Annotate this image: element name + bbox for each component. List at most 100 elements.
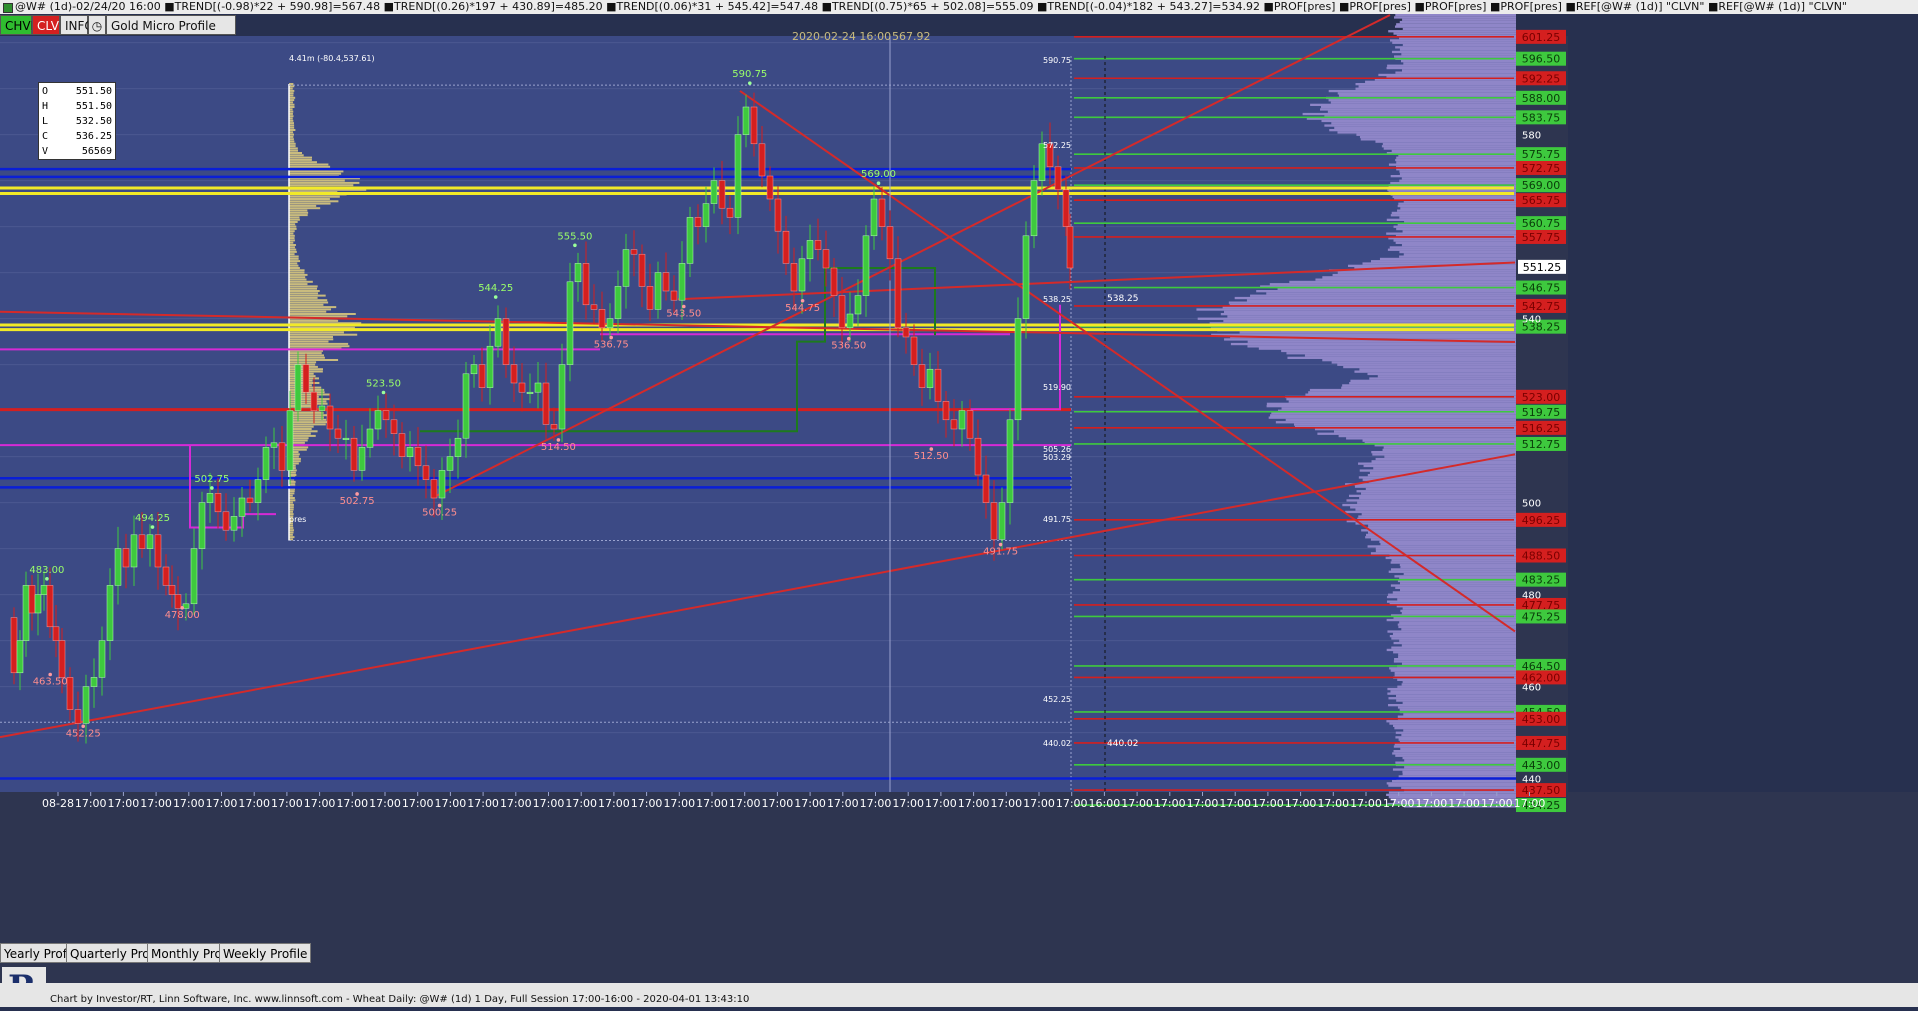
candle-body (1006, 419, 1014, 503)
profile-bar (289, 253, 295, 256)
profile-bar (1343, 365, 1516, 369)
profile-bar (1401, 662, 1516, 665)
x-tick-label: 17:00 (925, 797, 957, 810)
profile-bar (1338, 94, 1516, 97)
profile-bar (1359, 135, 1516, 139)
y-tick-label: 480 (1522, 591, 1541, 602)
candle-body (718, 180, 726, 209)
profile-bar (1395, 754, 1516, 757)
profile-bar (1367, 372, 1516, 376)
candle-body (462, 373, 470, 439)
profile-bar (1371, 260, 1516, 263)
profile-tab[interactable]: Weekly Profile (219, 943, 312, 963)
profile-bar (1363, 464, 1516, 468)
ohlcv-row: L 532.50 (42, 114, 112, 129)
profile-bar (1402, 770, 1516, 773)
profile-bar (1270, 414, 1516, 417)
ohlcv-key: H (42, 101, 49, 112)
profile-bar (1358, 462, 1516, 465)
candle-body (66, 677, 74, 710)
x-tick-label: 17:00 (402, 797, 434, 810)
profile-bar (289, 299, 328, 302)
profile-bar (1400, 566, 1516, 569)
profile-bar (289, 319, 339, 322)
profile-bar (289, 273, 308, 276)
candle-body (58, 640, 66, 678)
profile-bar (1269, 283, 1516, 286)
profile-bar (1366, 533, 1516, 537)
candle-body (742, 106, 750, 135)
profile-bar (1378, 73, 1516, 77)
swing-low-label: 543.50 (666, 309, 701, 320)
profile-bar (1398, 202, 1516, 205)
swing-marker (573, 243, 577, 248)
level-label: 588.00 (1522, 92, 1561, 105)
profile-bar (1386, 720, 1516, 723)
profile-bar (1342, 384, 1516, 387)
profile-bar (1398, 775, 1516, 778)
level-label: 546.75 (1522, 282, 1561, 295)
profile-bar (289, 267, 300, 269)
x-tick-label: 17:00 (467, 797, 499, 810)
chvn-button[interactable]: CHVN (0, 15, 40, 35)
candle-body (318, 405, 326, 411)
profile-bar (1345, 510, 1516, 514)
candle-body (374, 410, 382, 430)
candle-body (750, 106, 758, 145)
candle-body (966, 410, 974, 439)
candle-body (168, 585, 176, 595)
profile-selector[interactable]: Gold Micro Profile (106, 15, 236, 35)
profile-bar (1393, 660, 1516, 663)
profile-bar (289, 181, 360, 184)
profile-bar (1382, 142, 1516, 146)
profile-bar (1396, 699, 1516, 702)
candle-body (566, 281, 574, 365)
candle-body (910, 336, 918, 365)
profile-bar (1403, 713, 1516, 716)
profile-bar (1275, 421, 1516, 424)
candle-body (154, 534, 162, 568)
candle-body (694, 217, 702, 227)
candle-body (558, 364, 566, 430)
profile-bar (1394, 727, 1516, 730)
x-tick-label: 17:00 (173, 797, 205, 810)
swing-low-label: 491.75 (983, 547, 1018, 558)
x-tick-label: 17:00 (238, 797, 270, 810)
profile-bar (289, 257, 299, 260)
profile-annotation: 452.25 (1043, 695, 1071, 704)
profile-bar (1399, 621, 1516, 624)
candle-body (90, 677, 98, 687)
x-tick-label: 17:00 (990, 797, 1022, 810)
profile-bar (289, 285, 318, 288)
profile-bar (289, 255, 299, 258)
profile-bar (1390, 181, 1516, 185)
candle-body (114, 548, 122, 586)
price-chart[interactable]: 601.25596.50592.25588.00583.75575.75572.… (0, 0, 1918, 1007)
profile-bar (289, 184, 354, 187)
profile-bar (1402, 773, 1516, 776)
profile-bar (1357, 501, 1516, 504)
candle-body (950, 419, 958, 430)
candle-body (550, 424, 558, 430)
profile-bar (1227, 315, 1516, 318)
profile-bar (1239, 331, 1516, 334)
profile-bar (289, 262, 298, 265)
profile-bar (1372, 453, 1516, 456)
info-button[interactable]: INFO (60, 15, 94, 35)
swing-low-label: 500.25 (422, 507, 457, 518)
candle-body (878, 198, 886, 227)
profile-bar (289, 198, 330, 200)
swing-marker (748, 81, 752, 85)
profile-bar (1369, 471, 1516, 474)
profile-bar (1388, 570, 1516, 573)
profile-bar (1401, 733, 1516, 737)
profile-bar (1386, 232, 1516, 235)
profile-bar (1387, 630, 1516, 633)
profile-bar (1370, 538, 1516, 541)
swing-high-label: 523.50 (366, 379, 401, 390)
x-tick-label: 17:00 (1514, 797, 1546, 810)
clock-icon[interactable]: ◷ (88, 15, 106, 35)
clvn-button[interactable]: CLVN (32, 15, 68, 35)
profile-bar (1392, 41, 1516, 44)
profile-bar (1246, 299, 1516, 302)
